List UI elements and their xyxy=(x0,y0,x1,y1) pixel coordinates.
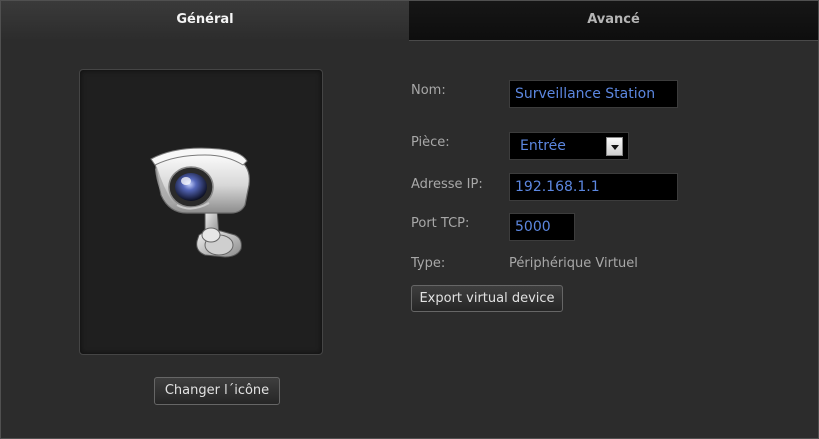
room-label: Pièce: xyxy=(411,135,450,150)
room-select[interactable]: Entrée xyxy=(509,132,629,160)
device-settings-window: Général Avancé Changer l´icône Nom: Surv… xyxy=(0,0,819,439)
change-icon-button[interactable]: Changer l´icône xyxy=(154,377,280,405)
ip-address-label: Adresse IP: xyxy=(411,177,483,192)
ip-address-field[interactable]: 192.168.1.1 xyxy=(509,173,678,201)
type-value: Périphérique Virtuel xyxy=(509,256,638,271)
tcp-port-field[interactable]: 5000 xyxy=(509,213,575,241)
tab-general[interactable]: Général xyxy=(1,1,409,41)
security-camera-icon xyxy=(150,147,250,258)
chevron-down-icon[interactable] xyxy=(606,137,623,156)
room-select-value: Entrée xyxy=(520,138,566,154)
export-virtual-device-button[interactable]: Export virtual device xyxy=(411,285,563,312)
name-label: Nom: xyxy=(411,83,446,98)
type-label: Type: xyxy=(411,256,446,271)
tab-bar: Général Avancé xyxy=(1,1,818,41)
tab-advanced[interactable]: Avancé xyxy=(409,1,818,41)
name-field[interactable]: Surveillance Station xyxy=(509,80,678,108)
tcp-port-label: Port TCP: xyxy=(411,216,470,231)
